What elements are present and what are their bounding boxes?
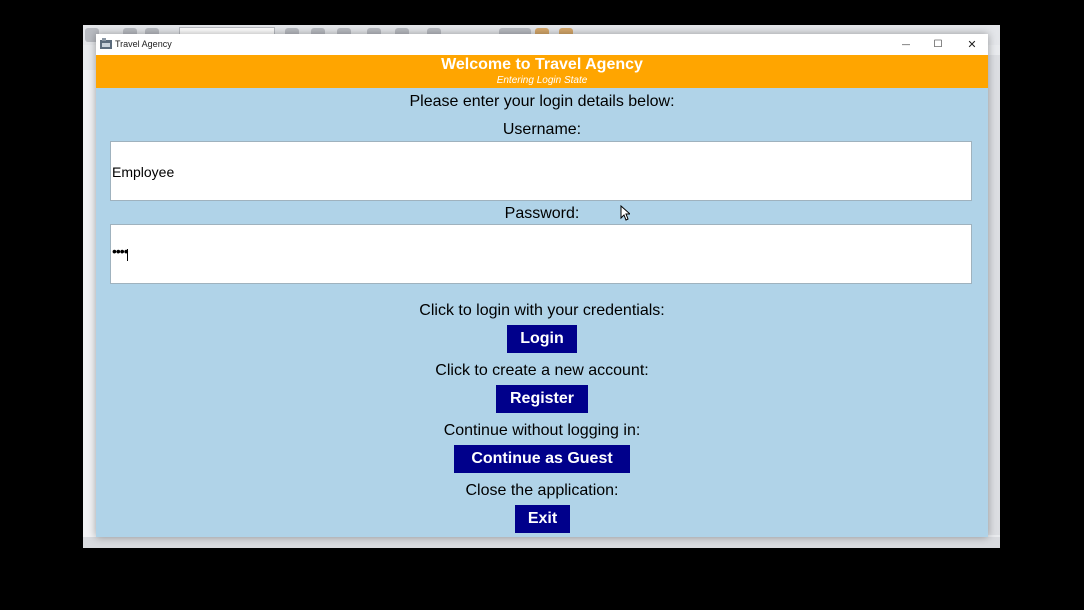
- username-label: Username:: [502, 121, 582, 138]
- minimize-icon: —: [902, 40, 910, 49]
- maximize-icon: ☐: [933, 39, 943, 50]
- travel-agency-window: Travel Agency — ☐ ✕ Welcome to Travel Ag…: [96, 34, 988, 537]
- password-value: ••••: [112, 243, 129, 259]
- continue-as-guest-button[interactable]: Continue as Guest: [454, 445, 630, 473]
- minimize-button[interactable]: —: [890, 34, 922, 55]
- close-button[interactable]: ✕: [956, 34, 988, 55]
- ide-scrollbar: [988, 55, 1000, 535]
- close-icon: ✕: [967, 39, 977, 51]
- ide-status-bar: [83, 537, 1000, 548]
- register-button[interactable]: Register: [496, 385, 588, 413]
- username-value: Employee: [112, 164, 175, 180]
- maximize-button[interactable]: ☐: [922, 34, 954, 55]
- app-icon: [100, 38, 112, 49]
- welcome-banner: Welcome to Travel Agency Entering Login …: [96, 55, 988, 88]
- login-prompt: Click to login with your credentials:: [419, 302, 665, 319]
- text-caret: [127, 249, 128, 261]
- password-input[interactable]: ••••: [110, 224, 972, 284]
- banner-title: Welcome to Travel Agency: [441, 56, 643, 73]
- register-prompt: Click to create a new account:: [435, 362, 649, 379]
- mouse-pointer-icon: [620, 205, 630, 221]
- login-instruction: Please enter your login details below:: [409, 93, 675, 110]
- password-label: Password:: [504, 205, 580, 222]
- ide-project-tree: [83, 70, 96, 540]
- exit-prompt: Close the application:: [465, 482, 619, 499]
- username-input[interactable]: Employee: [110, 141, 972, 201]
- banner-subtitle: Entering Login State: [496, 75, 588, 86]
- window-title: Travel Agency: [115, 39, 172, 49]
- exit-button[interactable]: Exit: [515, 505, 570, 533]
- login-button[interactable]: Login: [507, 325, 577, 353]
- title-bar[interactable]: Travel Agency — ☐ ✕: [96, 34, 988, 55]
- guest-prompt: Continue without logging in:: [443, 422, 641, 439]
